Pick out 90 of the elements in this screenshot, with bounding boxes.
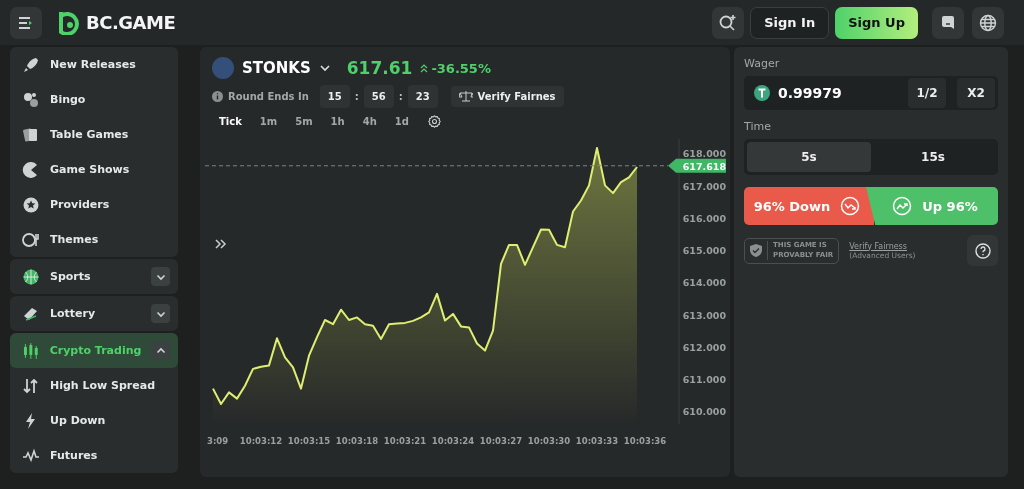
y-axis-label: 611.000 <box>682 373 726 385</box>
settings-icon[interactable] <box>427 115 441 128</box>
chat-icon <box>940 14 956 31</box>
current-price-tag: 617.618 <box>668 158 726 173</box>
menu-icon <box>18 15 34 30</box>
double-chevron-up-icon <box>420 63 429 73</box>
chat-button[interactable] <box>932 6 964 39</box>
asset-name[interactable]: STONKS <box>242 59 311 77</box>
countdown-separator: : <box>354 91 359 102</box>
asset-price: 617.61 <box>346 58 413 78</box>
time-label: Time <box>744 120 772 133</box>
x-axis-label: 10:03:27 <box>479 436 523 446</box>
time-option[interactable]: 5s <box>747 142 871 172</box>
avatar-placeholder <box>212 57 234 79</box>
y-axis-label: 616.000 <box>682 212 726 224</box>
x-axis-label: 10:03:15 <box>287 436 331 446</box>
y-axis-label: 617.000 <box>682 180 726 192</box>
interval-tab[interactable]: 1h <box>323 112 352 131</box>
sign-in-button[interactable]: Sign In <box>750 6 830 39</box>
sidebar-item[interactable]: Sports <box>10 259 178 294</box>
x-axis-label: 3:09 <box>207 436 229 446</box>
countdown-digits: 23 <box>407 85 438 108</box>
globe-icon <box>979 13 997 32</box>
up-down-arrows-icon <box>22 376 40 395</box>
sidebar-subitem[interactable]: Up Down <box>10 403 178 438</box>
y-axis-label: 615.000 <box>682 245 726 257</box>
y-axis-label: 618.000 <box>682 148 726 160</box>
countdown-separator: : <box>398 91 403 102</box>
menu-button[interactable] <box>10 6 42 39</box>
sidebar-item[interactable]: New Releases <box>10 47 178 82</box>
sidebar-item[interactable]: Game Shows <box>10 152 178 187</box>
basketball-icon <box>22 267 40 286</box>
logo-text: BC.GAME <box>86 12 176 33</box>
sidebar-item[interactable]: Bingo <box>10 82 178 117</box>
expand-toggle[interactable] <box>151 267 170 286</box>
interval-tab[interactable]: 5m <box>288 112 320 131</box>
interval-tab[interactable]: Tick <box>212 112 249 131</box>
star-badge-icon <box>22 195 40 214</box>
sign-up-button[interactable]: Sign Up <box>835 6 918 39</box>
x-axis-label: 10:03:36 <box>623 436 667 446</box>
language-button[interactable] <box>972 6 1004 39</box>
scales-icon <box>458 91 473 102</box>
sidebar-subitem[interactable]: High Low Spread <box>10 368 178 403</box>
x-axis-label: 10:03:30 <box>527 436 571 446</box>
candlestick-icon <box>22 341 40 360</box>
verify-fairness-link[interactable]: Verify Fairness <box>849 241 957 251</box>
trend-down-icon <box>840 196 861 216</box>
y-axis-label: 610.000 <box>682 406 726 418</box>
bingo-balls-icon <box>22 90 40 109</box>
sidebar-item[interactable]: Lottery <box>10 296 178 331</box>
chevron-down-icon[interactable] <box>318 62 331 74</box>
x-axis-label: 10:03:18 <box>335 436 379 446</box>
sidebar-item[interactable]: Table Games <box>10 117 178 152</box>
tether-coin-icon <box>754 85 770 101</box>
price-change: -36.55% <box>431 60 491 76</box>
countdown-digits: 56 <box>363 85 394 108</box>
y-axis-label: 613.000 <box>682 309 726 321</box>
y-axis-label: 614.000 <box>682 277 726 289</box>
countdown-digits: 15 <box>319 85 350 108</box>
double-button[interactable]: X2 <box>957 78 995 108</box>
round-label: Round Ends In <box>228 91 309 102</box>
help-button[interactable] <box>967 235 998 266</box>
search-icon <box>718 12 739 33</box>
expand-arrows-icon[interactable] <box>215 239 227 249</box>
wager-field[interactable]: 0.99979 1/2 X2 <box>744 76 998 110</box>
trend-up-icon <box>892 196 913 216</box>
ref-line-label: 617.618 <box>682 160 727 172</box>
expand-toggle[interactable] <box>151 304 170 323</box>
x-axis-label: 10:03:33 <box>575 436 619 446</box>
half-button[interactable]: 1/2 <box>908 78 946 108</box>
logo-icon <box>58 10 80 35</box>
time-option[interactable]: 15s <box>871 142 995 172</box>
interval-tab[interactable]: 1m <box>252 112 285 131</box>
x-axis-label: 10:03:12 <box>239 436 283 446</box>
question-icon <box>974 242 991 259</box>
collapse-toggle[interactable] <box>151 341 170 360</box>
sidebar-subitem[interactable]: Futures <box>10 438 178 473</box>
wager-label: Wager <box>744 57 781 70</box>
x-axis-label: 10:03:21 <box>383 436 427 446</box>
verify-fairness-button[interactable]: Verify Fairnes <box>450 86 564 107</box>
interval-tab[interactable]: 4h <box>355 112 384 131</box>
y-axis-label: 612.000 <box>682 341 726 353</box>
sidebar-item[interactable]: Crypto Trading <box>10 333 178 368</box>
shield-check-icon <box>750 244 762 257</box>
sidebar-item[interactable]: Themes <box>10 222 178 257</box>
search-button[interactable] <box>712 6 745 39</box>
info-icon <box>212 91 223 102</box>
interval-tab[interactable]: 1d <box>387 112 416 131</box>
sidebar-item[interactable]: Providers <box>10 187 178 222</box>
x-axis-label: 10:03:24 <box>431 436 475 446</box>
